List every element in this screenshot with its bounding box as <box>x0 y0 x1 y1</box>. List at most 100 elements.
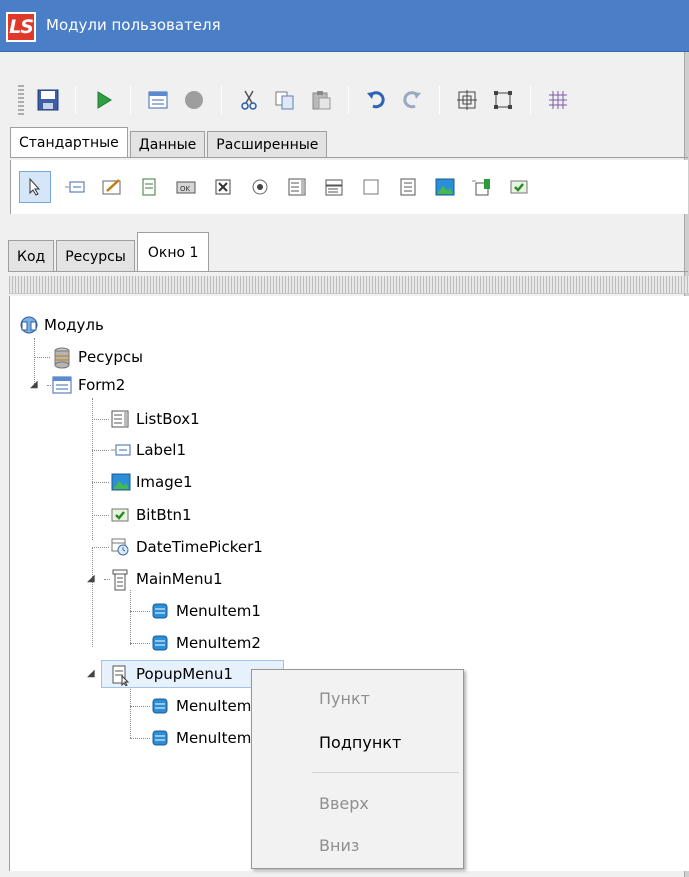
tree-label: Label1 <box>136 441 187 459</box>
tree-node-mainmenu1[interactable]: MainMenu1 <box>110 565 223 593</box>
combobox-icon[interactable] <box>321 174 347 200</box>
checkbox-icon[interactable] <box>210 174 236 200</box>
menuitem-icon <box>150 633 170 653</box>
paste-icon[interactable] <box>308 87 334 113</box>
bitbtn-icon[interactable] <box>506 174 532 200</box>
toolbar-separator <box>130 86 131 114</box>
redo-icon[interactable] <box>399 87 425 113</box>
module-icon <box>18 315 38 335</box>
tree-node-resources[interactable]: Ресурсы <box>52 343 143 371</box>
listbox-icon[interactable] <box>284 174 310 200</box>
svg-text:OK: OK <box>180 185 191 193</box>
toolbar-separator <box>530 86 531 114</box>
tree-label: PopupMenu1 <box>136 665 233 683</box>
cut-icon[interactable] <box>236 87 262 113</box>
toolbar-separator <box>348 86 349 114</box>
menuitem-icon <box>150 728 170 748</box>
memo-icon[interactable] <box>136 174 162 200</box>
panel-icon[interactable] <box>358 174 384 200</box>
menu-item-subitem[interactable]: Подпункт <box>319 733 401 752</box>
tab-data[interactable]: Данные <box>129 131 206 158</box>
tree-node-datetimepicker1[interactable]: DateTimePicker1 <box>110 533 263 561</box>
form-icon <box>52 375 72 395</box>
tree-label: Ресурсы <box>78 348 144 366</box>
tree-node-menuitem4[interactable]: MenuItem4 <box>150 724 261 752</box>
tab-resources[interactable]: Ресурсы <box>56 240 135 272</box>
pointer-icon[interactable] <box>19 171 51 203</box>
component-tabs: Стандартные Данные Расширенные <box>10 127 329 158</box>
tree-node-module[interactable]: Модуль <box>18 311 104 339</box>
run-icon[interactable] <box>90 87 116 113</box>
database-icon <box>52 347 72 369</box>
stop-icon[interactable] <box>181 87 207 113</box>
tree-label: MenuItem2 <box>176 634 261 652</box>
menu-separator <box>312 772 459 773</box>
tree-node-form2[interactable]: Form2 <box>52 371 125 399</box>
listbox-icon <box>110 409 130 429</box>
tree-node-label1[interactable]: Label1 <box>110 436 186 464</box>
bitbtn-icon <box>110 505 130 525</box>
expander-popupmenu[interactable]: ◢ <box>87 668 95 679</box>
menu-item-down[interactable]: Вниз <box>319 836 359 855</box>
edit-icon[interactable] <box>99 174 125 200</box>
tree-label: MenuItem4 <box>176 729 261 747</box>
shape-icon[interactable] <box>469 174 495 200</box>
undo-icon[interactable] <box>363 87 389 113</box>
tree-node-menuitem3[interactable]: MenuItem3 <box>150 692 261 720</box>
tree-node-listbox1[interactable]: ListBox1 <box>110 405 200 433</box>
menu-item-up[interactable]: Вверх <box>319 794 369 813</box>
tree-node-popupmenu1[interactable]: PopupMenu1 <box>110 660 233 688</box>
editor-tabs: Код Ресурсы Окно 1 <box>8 228 211 272</box>
copy-icon[interactable] <box>272 87 298 113</box>
button-icon[interactable]: OK <box>173 174 199 200</box>
component-palette: OK <box>10 160 688 214</box>
tree-node-bitbtn1[interactable]: BitBtn1 <box>110 501 192 529</box>
radio-icon[interactable] <box>247 174 273 200</box>
tree-label: Image1 <box>136 473 193 491</box>
title-bar: LS Модули пользователя <box>0 0 689 52</box>
window-title: Модули пользователя <box>46 16 221 34</box>
align-icon[interactable] <box>454 87 480 113</box>
tree-label: DateTimePicker1 <box>136 538 263 556</box>
tab-divider <box>10 157 688 158</box>
groupbox-icon[interactable] <box>395 174 421 200</box>
tab-extended[interactable]: Расширенные <box>207 131 328 158</box>
tree-label: MenuItem1 <box>176 602 261 620</box>
tree-label: ListBox1 <box>136 410 200 428</box>
label-icon[interactable] <box>62 174 88 200</box>
toolbar-grip[interactable] <box>18 85 24 115</box>
context-menu: Пункт Подпункт Вверх Вниз <box>251 669 464 869</box>
expander-form2[interactable]: ◢ <box>30 379 38 390</box>
tree-node-menuitem1[interactable]: MenuItem1 <box>150 597 261 625</box>
image-icon[interactable] <box>432 174 458 200</box>
tree-label: Модуль <box>44 316 104 334</box>
datetimepicker-icon <box>110 537 130 557</box>
tree-label: BitBtn1 <box>136 506 192 524</box>
popupmenu-icon <box>110 664 130 687</box>
tree-label: Form2 <box>78 376 126 394</box>
tab-window-1[interactable]: Окно 1 <box>136 232 210 272</box>
app-logo: LS <box>6 12 36 42</box>
tree-label: MainMenu1 <box>136 570 223 588</box>
toolbar-separator <box>221 86 222 114</box>
label-icon <box>110 440 131 460</box>
tree-node-image1[interactable]: Image1 <box>110 468 193 496</box>
menuitem-icon <box>150 601 170 621</box>
save-icon[interactable] <box>35 87 61 113</box>
expander-mainmenu[interactable]: ◢ <box>87 573 95 584</box>
toolbar-separator <box>439 86 440 114</box>
menu-item-item[interactable]: Пункт <box>319 689 370 708</box>
tab-divider <box>8 271 688 272</box>
size-icon[interactable] <box>490 87 516 113</box>
tab-standard[interactable]: Стандартные <box>10 127 128 158</box>
toolbar-separator <box>75 86 76 114</box>
tree-label: MenuItem3 <box>176 697 261 715</box>
menuitem-icon <box>150 696 170 716</box>
tab-code[interactable]: Код <box>8 240 55 272</box>
tree-node-menuitem2[interactable]: MenuItem2 <box>150 629 261 657</box>
main-toolbar <box>10 77 688 123</box>
image-icon <box>110 472 131 492</box>
splitter-bar[interactable] <box>9 276 689 294</box>
form-icon[interactable] <box>145 87 171 113</box>
grid-icon[interactable] <box>545 87 571 113</box>
